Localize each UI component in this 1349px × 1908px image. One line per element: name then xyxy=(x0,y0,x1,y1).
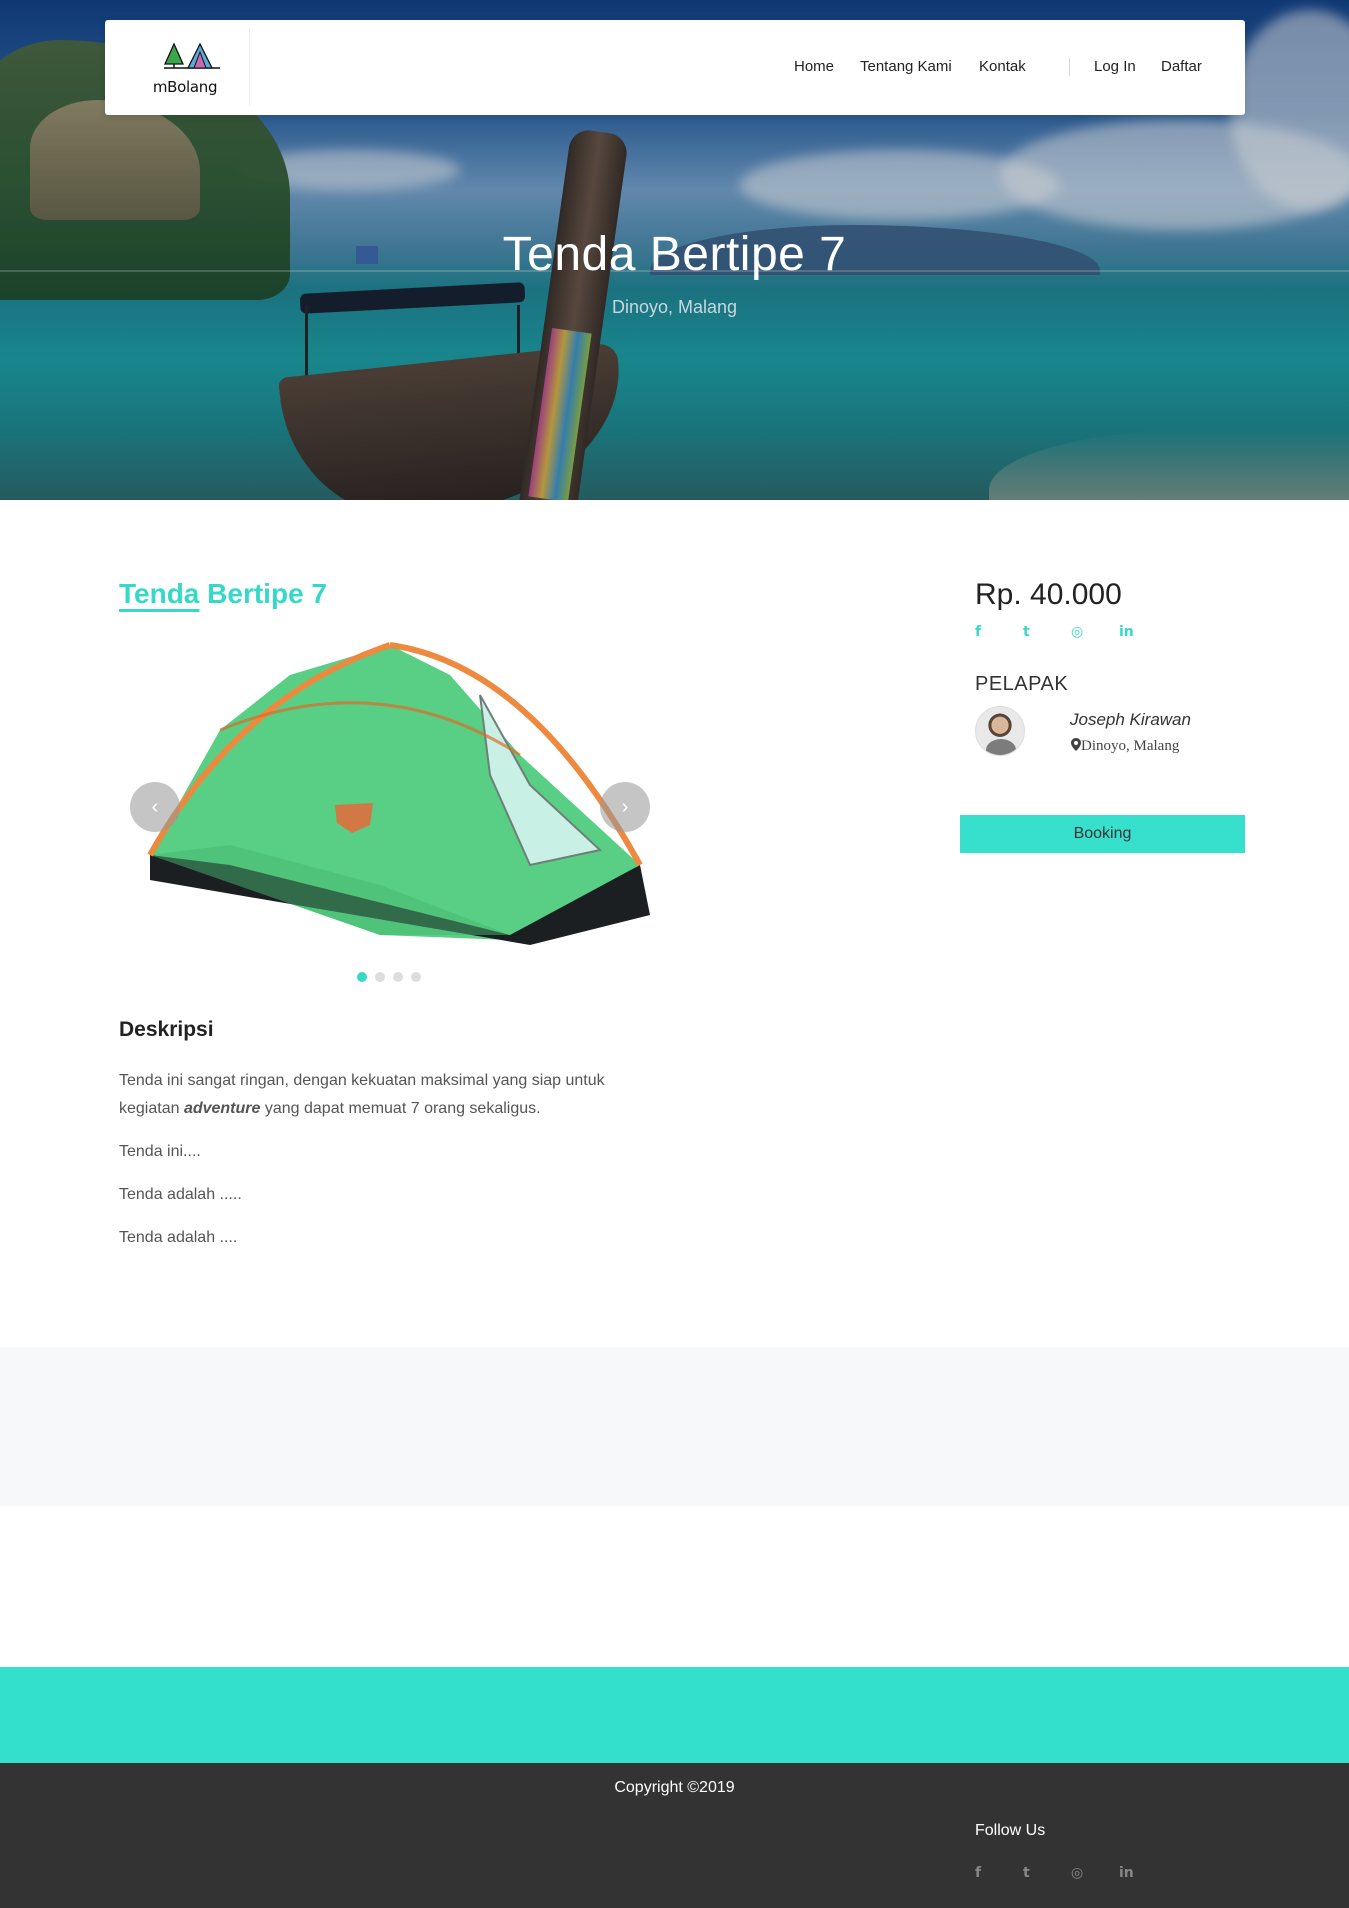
facebook-icon[interactable]: f xyxy=(975,624,1023,642)
description-paragraph: Tenda adalah ..... xyxy=(119,1186,242,1203)
seller-location-text: Dinoyo, Malang xyxy=(1081,738,1180,754)
map-marker-icon xyxy=(1071,738,1081,751)
linkedin-icon[interactable]: in xyxy=(1119,1865,1167,1883)
hero-title: Tenda Bertipe 7 xyxy=(502,228,847,281)
gray-section xyxy=(0,1347,1349,1506)
instagram-icon[interactable]: ◎ xyxy=(1071,624,1119,642)
facebook-icon[interactable]: f xyxy=(975,1865,1023,1883)
tent-trees-icon xyxy=(163,42,220,69)
seller-name[interactable]: Joseph Kirawan xyxy=(1070,710,1191,730)
nav-home[interactable]: Home xyxy=(794,58,834,75)
carousel-dot[interactable] xyxy=(411,972,421,982)
brand-logo[interactable]: mBolang xyxy=(130,28,250,106)
twitter-icon[interactable]: t xyxy=(1023,624,1071,642)
nav-tentang-kami[interactable]: Tentang Kami xyxy=(860,58,952,75)
product-title-rest: Bertipe 7 xyxy=(199,578,327,609)
tent-image xyxy=(147,642,650,945)
carousel-dot[interactable] xyxy=(375,972,385,982)
copyright: Copyright ©2019 xyxy=(614,1779,735,1796)
navbar: mBolang Home Tentang Kami Kontak Log In … xyxy=(105,20,1245,115)
product-title: Tenda Bertipe 7 xyxy=(119,578,327,610)
footer: Copyright ©2019 Follow Us f t ◎ in xyxy=(0,1763,1349,1908)
nav-kontak[interactable]: Kontak xyxy=(979,58,1026,75)
seller-label: PELAPAK xyxy=(975,673,1069,695)
description-paragraph: Tenda ini.... xyxy=(119,1143,201,1160)
description-text: yang dapat memuat 7 orang sekaligus. xyxy=(260,1100,541,1117)
carousel-dot[interactable] xyxy=(393,972,403,982)
twitter-icon[interactable]: t xyxy=(1023,1865,1071,1883)
carousel-indicators xyxy=(357,972,421,984)
footer-social-icons: f t ◎ in xyxy=(975,1865,1167,1883)
seller-avatar xyxy=(975,706,1025,756)
teal-section xyxy=(0,1667,1349,1763)
chevron-left-icon: ‹ xyxy=(151,796,159,818)
chevron-right-icon: › xyxy=(621,796,629,818)
description-heading: Deskripsi xyxy=(119,1018,214,1041)
linkedin-icon[interactable]: in xyxy=(1119,624,1167,642)
instagram-icon[interactable]: ◎ xyxy=(1071,1865,1119,1883)
description-emphasis: adventure xyxy=(183,1100,261,1117)
description-paragraph: Tenda adalah .... xyxy=(119,1229,238,1246)
product-title-word: Tenda xyxy=(119,578,200,609)
price: Rp. 40.000 xyxy=(975,578,1122,611)
follow-us-label: Follow Us xyxy=(975,1822,1046,1839)
booking-button[interactable]: Booking xyxy=(960,815,1245,853)
image-carousel[interactable]: ‹ › xyxy=(130,635,650,955)
carousel-dot[interactable] xyxy=(357,972,367,982)
nav-login[interactable]: Log In xyxy=(1094,58,1136,75)
carousel-next-button[interactable]: › xyxy=(600,782,650,832)
brand-name: mBolang xyxy=(152,78,218,96)
nav-register[interactable]: Daftar xyxy=(1161,58,1202,75)
seller-location: Dinoyo, Malang xyxy=(1071,738,1179,755)
description-paragraph: Tenda ini sangat ringan, dengan kekuatan… xyxy=(119,1067,659,1123)
hero-subtitle: Dinoyo, Malang xyxy=(611,297,738,317)
nav-divider xyxy=(1069,58,1070,76)
share-icons: f t ◎ in xyxy=(975,624,1167,642)
carousel-prev-button[interactable]: ‹ xyxy=(130,782,180,832)
